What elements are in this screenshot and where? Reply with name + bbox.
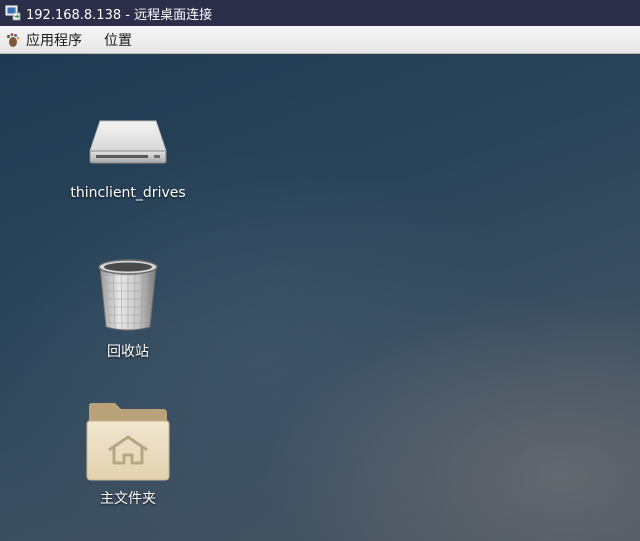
desktop-icon-label: 主文件夹 [100, 491, 156, 507]
window-title: 192.168.8.138 - 远程桌面连接 [26, 7, 213, 23]
gnome-foot-icon [6, 32, 20, 47]
desktop-icon-label: 回收站 [107, 344, 149, 360]
applications-menu[interactable]: 应用程序 [0, 26, 92, 53]
home-folder-icon [86, 403, 170, 481]
places-menu[interactable]: 位置 [92, 26, 142, 53]
places-menu-label: 位置 [104, 32, 132, 49]
remote-desktop-icon[interactable] [5, 5, 21, 21]
desktop-icon-home-folder[interactable]: 主文件夹 [63, 400, 193, 508]
desktop-icon-thinclient-drives[interactable]: thinclient_drives [63, 115, 193, 201]
window-titlebar[interactable]: 192.168.8.138 - 远程桌面连接 [0, 0, 640, 26]
desktop-icon-trash[interactable]: 回收站 [63, 255, 193, 361]
trash-icon [98, 259, 158, 332]
desktop-area[interactable]: thinclient_drives 回收站 主文件夹 [0, 55, 640, 541]
drive-icon [89, 120, 167, 164]
top-panel-menubar: 应用程序 位置 [0, 26, 640, 54]
applications-menu-label: 应用程序 [26, 32, 82, 49]
desktop-icon-label: thinclient_drives [70, 185, 186, 201]
